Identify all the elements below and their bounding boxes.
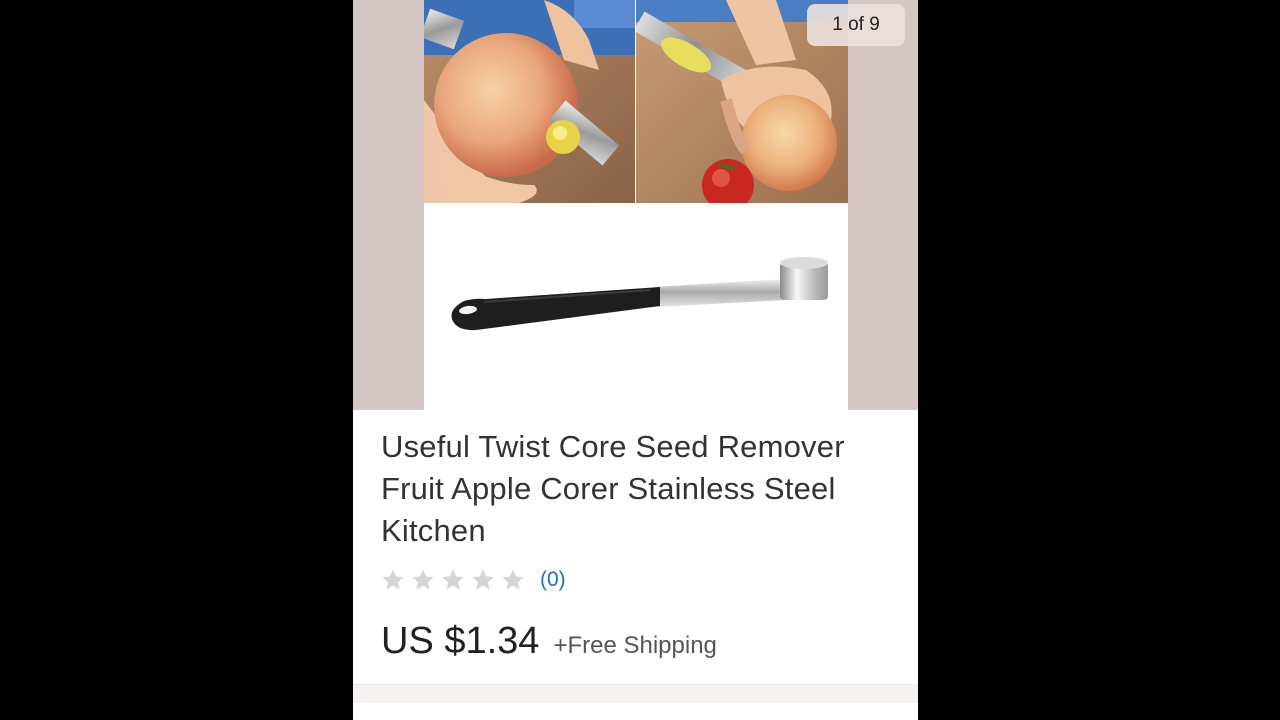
product-details: Useful Twist Core Seed Remover Fruit App… xyxy=(353,410,918,720)
product-image[interactable] xyxy=(424,0,848,410)
image-gallery[interactable]: 1 of 9 xyxy=(353,0,918,410)
review-count-link[interactable]: (0) xyxy=(540,568,566,592)
star-icon xyxy=(471,568,495,592)
section-divider xyxy=(353,684,918,703)
price-row: US $1.34 +Free Shipping xyxy=(381,620,717,670)
image-counter-badge: 1 of 9 xyxy=(807,4,905,46)
usage-photo-left xyxy=(424,0,635,203)
price-value: US $1.34 xyxy=(381,620,540,662)
apple-corer-tool-image xyxy=(424,203,848,410)
star-icon xyxy=(441,568,465,592)
rating-row[interactable]: (0) xyxy=(381,564,566,596)
star-icon xyxy=(411,568,435,592)
star-icon xyxy=(381,568,405,592)
product-page: 1 of 9 Useful Twist Core Seed Remover Fr… xyxy=(353,0,918,720)
star-icon xyxy=(501,568,525,592)
product-title: Useful Twist Core Seed Remover Fruit App… xyxy=(381,429,845,548)
free-shipping-label: +Free Shipping xyxy=(553,632,717,659)
